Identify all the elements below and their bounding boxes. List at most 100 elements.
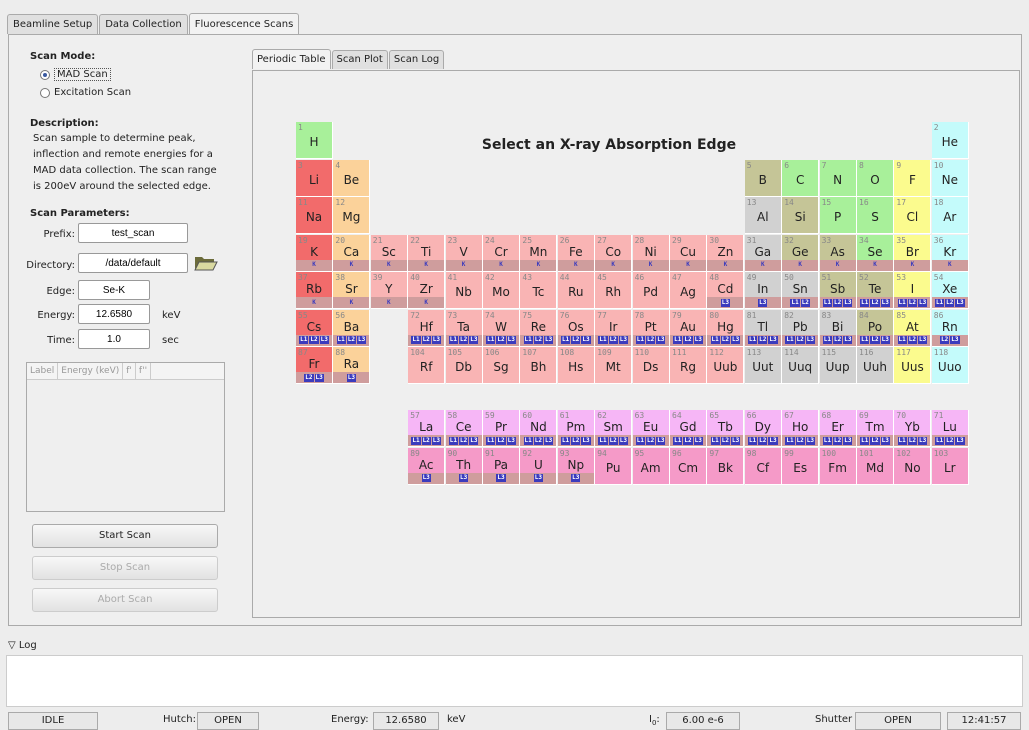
element-u[interactable]: 92 U L3	[520, 447, 558, 485]
edge-l2-button[interactable]: L2	[571, 336, 581, 344]
element-cl[interactable]: 17 Cl	[894, 197, 932, 234]
edge-l1-button[interactable]: L1	[934, 298, 945, 307]
edge-l3-button[interactable]: L3	[731, 436, 741, 445]
edge-l1-button[interactable]: L1	[560, 336, 571, 344]
element-v[interactable]: 23 V K	[445, 234, 483, 272]
start-scan-button[interactable]: Start Scan	[32, 524, 218, 548]
element-pr[interactable]: 59 Pr L1 L2 L3	[483, 410, 520, 447]
edge-l1-button[interactable]: L1	[560, 436, 571, 445]
edge-l3-button[interactable]: L3	[571, 474, 581, 482]
edge-k-button[interactable]: K	[386, 261, 392, 269]
edge-l3-button[interactable]: L3	[431, 436, 442, 445]
edge-l1-button[interactable]: L1	[860, 336, 870, 344]
edge-l3-button[interactable]: L3	[421, 474, 431, 482]
element-rn[interactable]: 86 Rn L2 L3	[931, 309, 969, 347]
edge-l2-button[interactable]: L2	[346, 336, 356, 344]
edge-l2-button[interactable]: L2	[608, 336, 618, 344]
edge-l2-button[interactable]: L2	[421, 336, 431, 344]
edge-l2-button[interactable]: L2	[800, 298, 810, 307]
edge-energy-table[interactable]: Label Energy (keV) f' f''	[26, 362, 225, 512]
edge-l1-button[interactable]: L1	[448, 336, 458, 344]
edge-l3-button[interactable]: L3	[618, 436, 629, 445]
element-ne[interactable]: 10 Ne	[931, 159, 969, 197]
edge-l1-button[interactable]: L1	[785, 336, 795, 344]
edge-l1-button[interactable]: L1	[785, 436, 795, 445]
element-xe[interactable]: 54 Xe L1 L2 L3	[931, 272, 969, 309]
element-dy[interactable]: 66 Dy L1 L2 L3	[744, 410, 782, 447]
directory-field[interactable]	[78, 253, 188, 273]
element-fe[interactable]: 26 Fe K	[557, 234, 595, 272]
edge-l2-button[interactable]: L2	[645, 436, 656, 445]
prefix-field[interactable]	[78, 223, 188, 243]
element-np[interactable]: 93 Np L3	[557, 447, 595, 485]
element-er[interactable]: 68 Er L1 L2 L3	[819, 410, 857, 447]
element-fr[interactable]: 87 Fr L2 L3	[296, 347, 333, 384]
edge-l2-button[interactable]: L2	[907, 436, 917, 445]
edge-l3-button[interactable]: L3	[581, 436, 591, 445]
element-c[interactable]: 6C	[782, 159, 820, 197]
element-ni[interactable]: 28 Ni K	[632, 234, 670, 272]
edge-l2-button[interactable]: L2	[309, 336, 319, 344]
edge-l3-button[interactable]: L3	[656, 436, 666, 445]
element-hs[interactable]: 108 Hs	[557, 347, 595, 384]
edge-l3-button[interactable]: L3	[506, 436, 516, 445]
element-ti[interactable]: 22 Ti K	[408, 234, 446, 272]
element-pt[interactable]: 78 Pt L1 L2 L3	[632, 309, 670, 347]
element-ba[interactable]: 56 Ba L1 L2 L3	[333, 309, 371, 347]
element-es[interactable]: 99 Es	[782, 447, 820, 485]
col-label[interactable]: Label	[27, 363, 59, 379]
element-br[interactable]: 35 Br K	[894, 234, 932, 272]
edge-l3-button[interactable]: L3	[496, 474, 506, 482]
element-rg[interactable]: 111 Rg	[670, 347, 707, 384]
element-tc[interactable]: 43 Tc	[520, 272, 558, 309]
tab-scan-plot[interactable]: Scan Plot	[331, 50, 388, 69]
edge-k-button[interactable]: K	[498, 261, 504, 269]
edge-l3-button[interactable]: L3	[693, 436, 703, 445]
element-si[interactable]: 14 Si	[782, 197, 820, 234]
element-bh[interactable]: 107 Bh	[520, 347, 558, 384]
edge-l1-button[interactable]: L1	[598, 336, 608, 344]
edge-l3-button[interactable]: L3	[880, 336, 890, 344]
element-os[interactable]: 76 Os L1 L2 L3	[557, 309, 595, 347]
element-th[interactable]: 90 Th L3	[445, 447, 483, 485]
element-zn[interactable]: 30 Zn K	[707, 234, 745, 272]
tab-periodic-table[interactable]: Periodic Table	[252, 49, 331, 69]
edge-l2-button[interactable]: L2	[720, 336, 730, 344]
edge-l3-button[interactable]: L3	[918, 298, 928, 307]
element-sn[interactable]: 50 Sn L1 L2	[782, 272, 820, 309]
edge-l1-button[interactable]: L1	[598, 436, 608, 445]
element-pu[interactable]: 94 Pu	[595, 447, 633, 485]
element-eu[interactable]: 63 Eu L1 L2 L3	[632, 410, 670, 447]
edge-l2-button[interactable]: L2	[870, 436, 880, 445]
edge-l3-button[interactable]: L3	[693, 336, 703, 344]
edge-l2-button[interactable]: L2	[795, 336, 805, 344]
edge-l3-button[interactable]: L3	[533, 474, 543, 482]
edge-l3-button[interactable]: L3	[544, 336, 554, 344]
edge-k-button[interactable]: K	[536, 261, 542, 269]
edge-l2-button[interactable]: L2	[645, 336, 656, 344]
element-sb[interactable]: 51 Sb L1 L2 L3	[819, 272, 857, 309]
element-cd[interactable]: 48 Cd L3	[707, 272, 745, 309]
mad-scan-radio[interactable]: MAD Scan	[40, 68, 111, 81]
edge-l2-button[interactable]: L2	[907, 298, 917, 307]
edge-l1-button[interactable]: L1	[710, 436, 720, 445]
element-uup[interactable]: 115 Uup	[819, 347, 857, 384]
edge-l3-button[interactable]: L3	[918, 336, 928, 344]
element-la[interactable]: 57 La L1 L2 L3	[408, 410, 446, 447]
element-ir[interactable]: 77 Ir L1 L2 L3	[595, 309, 633, 347]
element-ga[interactable]: 31 Ga K	[744, 234, 782, 272]
edge-l3-button[interactable]: L3	[768, 336, 778, 344]
abort-scan-button[interactable]: Abort Scan	[32, 588, 218, 612]
edge-l1-button[interactable]: L1	[897, 436, 907, 445]
edge-k-button[interactable]: K	[685, 261, 691, 269]
element-uub[interactable]: 112 Uub	[707, 347, 745, 384]
element-al[interactable]: 13 Al	[744, 197, 782, 234]
edge-l2-button[interactable]: L2	[870, 298, 880, 307]
element-be[interactable]: 4 Be	[333, 159, 371, 197]
edge-k-button[interactable]: K	[311, 261, 317, 269]
element-tm[interactable]: 69 Tm L1 L2 L3	[857, 410, 894, 447]
element-he[interactable]: 2 He	[931, 122, 969, 159]
element-pd[interactable]: 46 Pd	[632, 272, 670, 309]
element-cr[interactable]: 24 Cr K	[483, 234, 520, 272]
edge-l3-button[interactable]: L3	[720, 298, 730, 307]
